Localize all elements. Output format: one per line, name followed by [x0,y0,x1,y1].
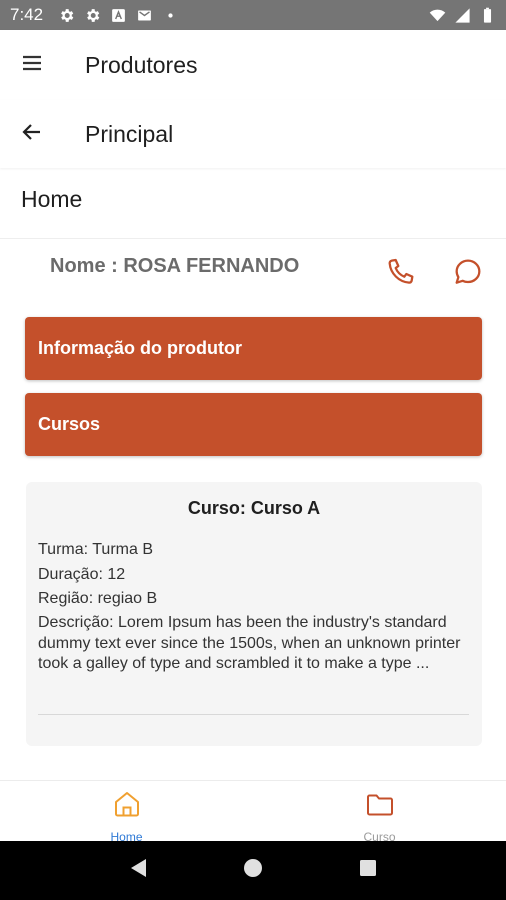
sub-bar: Principal [0,100,506,168]
menu-button[interactable] [0,30,64,100]
app-bar-title: Produtores [85,51,198,78]
phone-icon [385,258,417,292]
system-recents-button[interactable] [356,859,380,883]
call-button[interactable] [385,256,417,288]
hamburger-menu-icon [20,51,44,80]
course-regiao: Região: regiao B [38,590,158,607]
chat-bubble-icon [452,259,484,292]
course-description: Descrição: Lorem Ipsum has been the indu… [38,614,461,672]
course-turma: Turma: Turma B [38,541,153,558]
battery-icon [479,7,496,24]
message-button[interactable] [452,256,484,288]
back-button[interactable] [0,100,64,168]
status-time: 7:42 [10,5,44,24]
course-title: Curso: Curso A [187,498,321,518]
producer-info-button[interactable]: Informação do produtor [25,317,482,380]
courses-button[interactable]: Cursos [25,393,482,456]
notification-dot-icon [162,7,179,24]
producer-name-row: Nome : ROSA FERNANDO [0,248,506,294]
folder-icon [365,789,395,824]
home-icon [112,789,142,824]
bottom-navigation: Home Curso [0,780,506,844]
course-duracao: Duração: 12 [38,566,126,583]
system-back-button[interactable] [126,859,150,883]
system-navigation-bar [0,841,506,900]
nav-tab-curso[interactable]: Curso [253,781,506,844]
gmail-icon [136,7,153,24]
page-heading: Home [21,186,83,212]
circle-home-icon [243,858,263,883]
divider [0,238,506,239]
settings-icon [58,7,75,24]
status-bar: 7:42 [0,0,506,30]
square-recents-icon [359,859,377,882]
course-card[interactable]: Curso: Curso A Turma: Turma B Duração: 1… [26,482,482,746]
app-bar: Produtores [0,30,506,100]
settings-icon-2 [84,7,101,24]
nav-tab-home[interactable]: Home [0,781,253,844]
card-divider [38,714,469,715]
arrow-back-icon [20,120,44,149]
system-home-button[interactable] [241,859,265,883]
producer-name: Nome : ROSA FERNANDO [50,255,300,277]
triangle-back-icon [128,857,148,884]
wifi-icon [429,7,446,24]
signal-icon [454,7,471,24]
app-a-icon [110,7,127,24]
sub-bar-title: Principal [85,120,174,147]
